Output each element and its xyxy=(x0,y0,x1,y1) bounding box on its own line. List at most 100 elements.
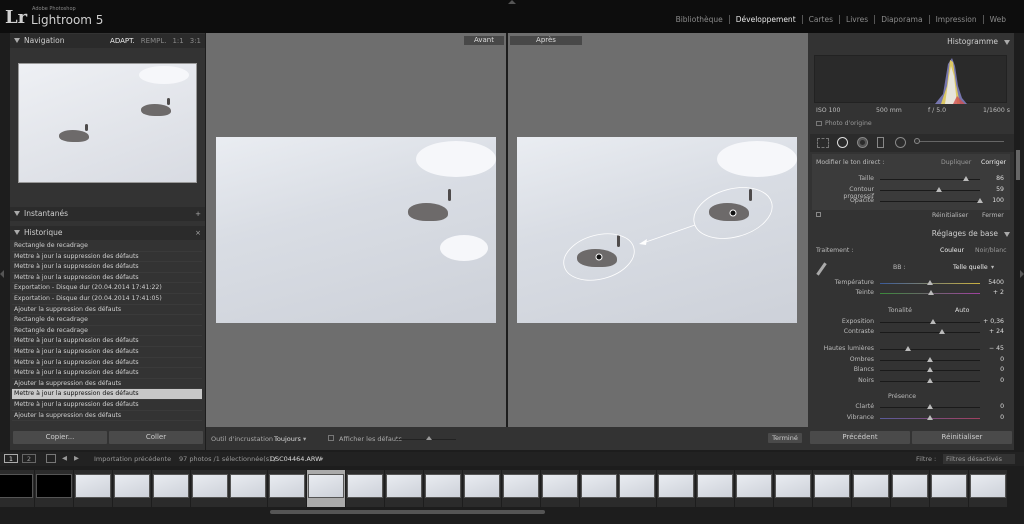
filmstrip-thumbnail[interactable] xyxy=(269,474,306,498)
history-item[interactable]: Mettre à jour la suppression des défauts xyxy=(12,336,202,347)
done-button[interactable]: Terminé xyxy=(768,433,802,443)
slider-knob[interactable] xyxy=(905,346,911,351)
filter-select[interactable]: Filtres désactivés xyxy=(943,454,1015,464)
module-2[interactable]: Cartes xyxy=(801,15,839,24)
filmstrip-thumbnail[interactable] xyxy=(308,474,345,498)
radial-filter-icon[interactable] xyxy=(895,137,906,148)
filmstrip-thumbnail[interactable] xyxy=(813,474,850,498)
slider-value[interactable]: 0 xyxy=(980,366,1004,373)
module-1[interactable]: Développement xyxy=(728,15,802,24)
filmstrip-thumbnail[interactable] xyxy=(580,474,617,498)
slider-value[interactable]: 86 xyxy=(980,175,1004,182)
slider-value[interactable]: 100 xyxy=(980,197,1004,204)
paste-button[interactable]: Coller xyxy=(109,431,203,444)
history-item[interactable]: Rectangle de recadrage xyxy=(12,315,202,326)
slider-value[interactable]: 59 xyxy=(980,186,1004,193)
slider-knob[interactable] xyxy=(939,329,945,334)
filmstrip-thumbnail[interactable] xyxy=(152,474,189,498)
presets-header[interactable]: Instantanés + xyxy=(10,207,205,221)
filmstrip-thumbnail[interactable] xyxy=(852,474,889,498)
module-5[interactable]: Impression xyxy=(928,15,983,24)
history-item[interactable]: Exportation - Disque dur (20.04.2014 17:… xyxy=(12,283,202,294)
clear-history-icon[interactable]: × xyxy=(195,226,201,240)
history-item[interactable]: Ajouter la suppression des défauts xyxy=(12,305,202,316)
module-4[interactable]: Diaporama xyxy=(874,15,928,24)
add-preset-icon[interactable]: + xyxy=(195,207,201,221)
slider-knob[interactable] xyxy=(930,319,936,324)
histogram[interactable] xyxy=(814,55,1007,104)
filmstrip-thumbnail[interactable] xyxy=(35,474,72,498)
filename-chevron-icon[interactable]: ▾ xyxy=(320,455,323,463)
history-item[interactable]: Mettre à jour la suppression des défauts xyxy=(12,358,202,369)
slider-track[interactable] xyxy=(880,332,980,333)
navigation-header[interactable]: Navigation ADAPT. REMPL. 1:1 3:1 xyxy=(10,34,205,48)
navigator-thumbnail[interactable] xyxy=(18,63,197,183)
slider-value[interactable]: 0 xyxy=(980,414,1004,421)
basic-header[interactable]: Réglages de base xyxy=(808,227,1014,241)
slider-value[interactable]: − 45 xyxy=(980,345,1004,352)
filmstrip-thumbnail[interactable] xyxy=(775,474,811,498)
zoom-option-3[interactable]: 3:1 xyxy=(190,37,201,45)
previous-button[interactable]: Précédent xyxy=(810,431,910,444)
filmstrip-thumbnail[interactable] xyxy=(463,474,500,498)
spot-overlay[interactable] xyxy=(517,137,797,323)
filmstrip-thumbnail[interactable] xyxy=(891,474,928,498)
filmstrip-thumbnail[interactable] xyxy=(930,474,967,498)
filmstrip-scrollbar[interactable] xyxy=(270,510,545,514)
source-label[interactable]: Importation précédente xyxy=(94,455,171,463)
filmstrip-thumbnail[interactable] xyxy=(191,474,228,498)
filmstrip-thumbnail[interactable] xyxy=(0,474,33,498)
slider-track[interactable] xyxy=(880,201,980,202)
history-item[interactable]: Mettre à jour la suppression des défauts xyxy=(12,273,202,284)
graduated-filter-icon[interactable] xyxy=(877,137,884,148)
slider-knob[interactable] xyxy=(927,367,933,372)
auto-tone-button[interactable]: Auto xyxy=(955,307,969,314)
copy-button[interactable]: Copier... xyxy=(13,431,107,444)
wb-chevron-icon[interactable]: ▾ xyxy=(991,264,994,271)
overlay-chevron-icon[interactable]: ▾ xyxy=(303,435,306,443)
photo-before[interactable] xyxy=(216,137,496,323)
photo-after[interactable] xyxy=(517,137,797,323)
right-panel-scrollbar[interactable] xyxy=(1016,150,1020,180)
slider-knob[interactable] xyxy=(927,404,933,409)
module-3[interactable]: Livres xyxy=(839,15,874,24)
filmstrip-thumbnail[interactable] xyxy=(424,474,461,498)
reset-button[interactable]: Réinitialiser xyxy=(912,431,1012,444)
original-photo-checkbox[interactable] xyxy=(816,121,822,126)
zoom-option-1[interactable]: REMPL. xyxy=(141,37,167,45)
correct-toggle[interactable]: Corriger xyxy=(981,159,1006,166)
filmstrip-thumbnail[interactable] xyxy=(113,474,150,498)
filename[interactable]: DSC04464.ARW xyxy=(270,455,322,463)
history-item[interactable]: Rectangle de recadrage xyxy=(12,241,202,252)
history-item[interactable]: Mettre à jour la suppression des défauts xyxy=(12,262,202,273)
filmstrip-thumbnail[interactable] xyxy=(658,474,695,498)
basic-collapse-icon[interactable] xyxy=(1004,232,1010,237)
slider-value[interactable]: 0 xyxy=(980,377,1004,384)
slider-value[interactable]: + 2 xyxy=(980,289,1004,296)
overlay-slider-knob[interactable] xyxy=(426,436,432,440)
filmstrip-thumbnail[interactable] xyxy=(347,474,384,498)
wb-select[interactable]: Telle quelle xyxy=(953,264,988,271)
collapse-top-icon[interactable] xyxy=(508,0,516,4)
zoom-option-0[interactable]: ADAPT. xyxy=(110,37,135,45)
history-item[interactable]: Exportation - Disque dur (20.04.2014 17:… xyxy=(12,294,202,305)
slider-value[interactable]: 5400 xyxy=(980,279,1004,286)
slider-value[interactable]: + 0,36 xyxy=(980,318,1004,325)
filmstrip-thumbnail[interactable] xyxy=(969,474,1006,498)
slider-value[interactable]: 0 xyxy=(980,356,1004,363)
back-icon[interactable]: ◀ xyxy=(62,454,67,462)
spot-reset-button[interactable]: Réinitialiser xyxy=(932,212,968,219)
slider-knob[interactable] xyxy=(927,280,933,285)
history-item[interactable]: Mettre à jour la suppression des défauts xyxy=(12,368,202,379)
filmstrip-thumbnail[interactable] xyxy=(502,474,539,498)
histogram-collapse-icon[interactable] xyxy=(1004,40,1010,45)
history-item[interactable]: Mettre à jour la suppression des défauts xyxy=(12,347,202,358)
histogram-header[interactable]: Histogramme xyxy=(808,35,1014,49)
collapse-left-icon[interactable] xyxy=(0,270,4,278)
red-eye-tool-icon[interactable] xyxy=(857,137,868,148)
zoom-option-2[interactable]: 1:1 xyxy=(172,37,183,45)
show-defaults-checkbox[interactable] xyxy=(328,435,334,441)
slider-track[interactable] xyxy=(880,190,980,191)
filmstrip-thumbnail[interactable] xyxy=(74,474,111,498)
spot-close-button[interactable]: Fermer xyxy=(982,212,1004,219)
